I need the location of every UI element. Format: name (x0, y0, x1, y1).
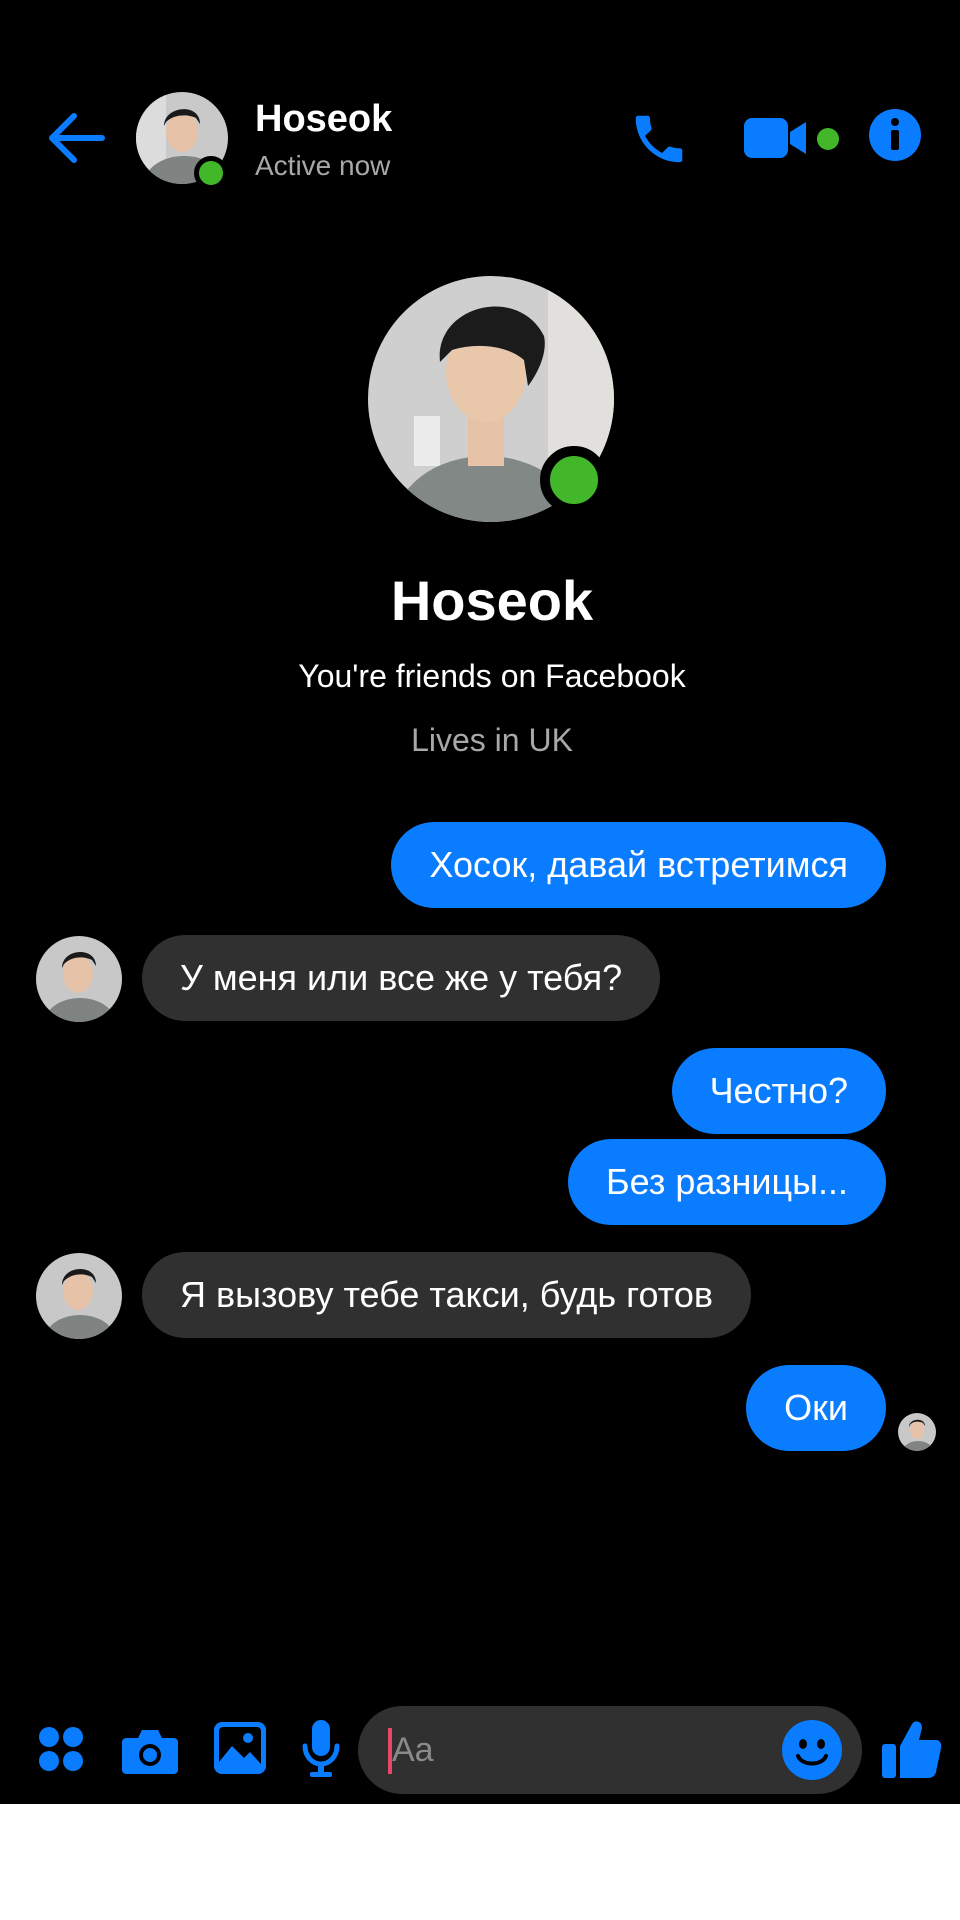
friends-note: You're friends on Facebook (298, 658, 686, 694)
message-bubble-incoming[interactable]: Я вызову тебе такси, будь готов (142, 1252, 751, 1338)
message-bubble-incoming[interactable]: У меня или все же у тебя? (142, 935, 661, 1021)
message-bubble-outgoing[interactable]: Честно? (671, 1048, 886, 1134)
thumbs-up-icon[interactable] (882, 1718, 942, 1780)
video-online-dot (817, 128, 839, 150)
sender-avatar[interactable] (36, 936, 122, 1022)
message-input[interactable]: Aa (358, 1706, 862, 1794)
message-bubble-outgoing[interactable]: Без разницы... (568, 1139, 886, 1225)
microphone-icon[interactable] (302, 1720, 340, 1778)
chat-header: Hoseok Active now (0, 80, 960, 190)
message-bubble-outgoing[interactable]: Оки (746, 1365, 886, 1451)
online-indicator (194, 156, 228, 190)
location-note: Lives in UK (411, 722, 573, 758)
header-active-status: Active now (255, 150, 391, 181)
emoji-icon[interactable] (782, 1720, 842, 1780)
message-bubble-outgoing[interactable]: Хосок, давай встретимся (391, 822, 886, 908)
apps-grid-icon[interactable] (38, 1726, 84, 1772)
header-contact-name[interactable]: Hoseok (255, 98, 392, 141)
camera-icon[interactable] (122, 1726, 178, 1774)
sender-avatar[interactable] (36, 1253, 122, 1339)
blank-area (0, 1804, 960, 1920)
seen-receipt-avatar (898, 1413, 936, 1451)
video-camera-icon[interactable] (744, 114, 814, 162)
info-icon[interactable] (868, 108, 922, 162)
message-composer: Aa (0, 1700, 960, 1800)
profile-name: Hoseok (390, 569, 594, 632)
gallery-icon[interactable] (214, 1722, 266, 1774)
phone-icon[interactable] (628, 108, 690, 170)
back-arrow-icon[interactable] (44, 110, 106, 166)
chat-screen: Hoseok Active now Hoseok You're friends … (0, 0, 960, 1804)
message-input-placeholder: Aa (392, 1731, 434, 1769)
profile-online-indicator (540, 446, 608, 514)
